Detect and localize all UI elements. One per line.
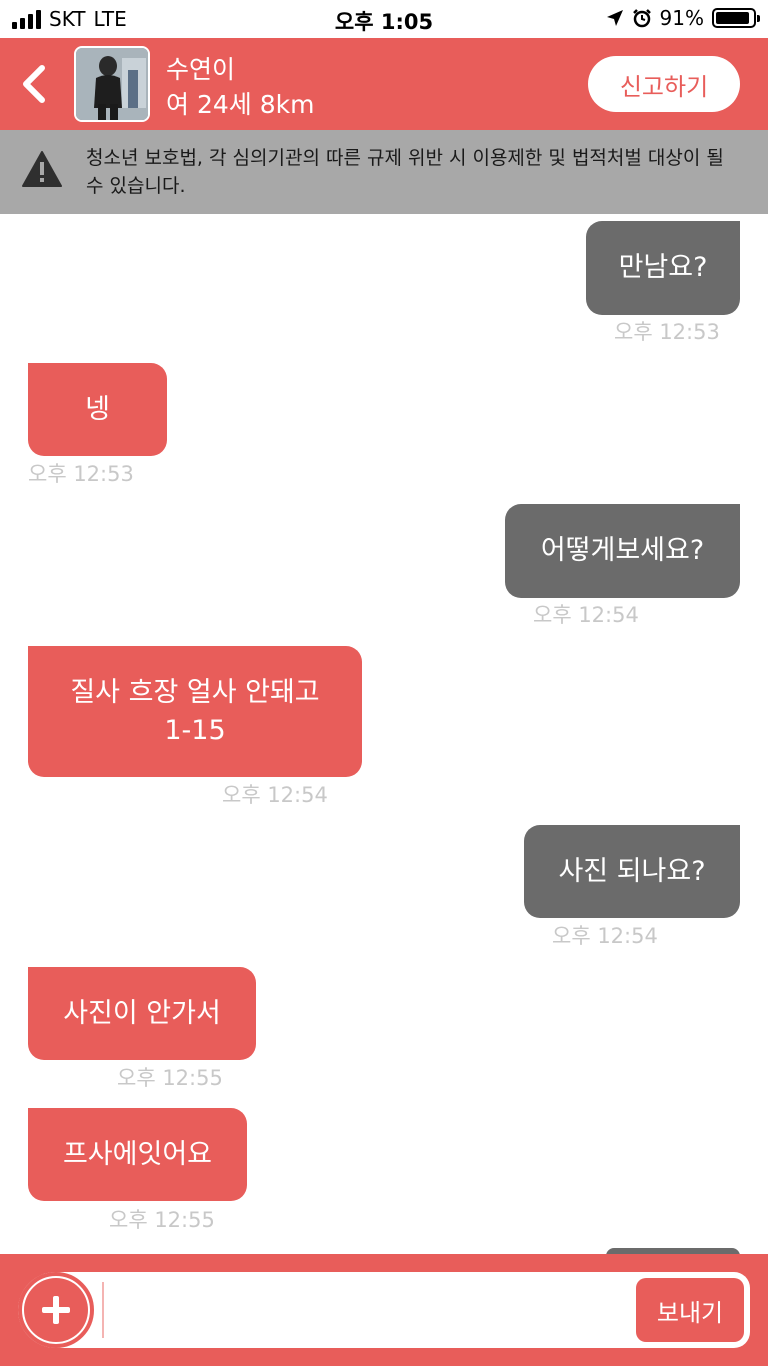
message-bubble[interactable]: 넹	[28, 363, 167, 456]
chat-header: 수연이 여 24세 8km 신고하기	[0, 38, 768, 130]
message-bubble[interactable]: 질사 흐장 얼사 안돼고 1-15	[28, 646, 362, 777]
location-arrow-icon	[606, 10, 623, 26]
message-input[interactable]	[102, 1282, 622, 1338]
battery-percent: 91%	[659, 6, 704, 30]
avatar[interactable]	[74, 46, 150, 122]
message-time: 오후 12:53	[28, 462, 134, 486]
back-button[interactable]	[14, 60, 54, 108]
profile-name: 수연이	[166, 55, 236, 84]
message-bubble[interactable]: 사진 되나요?	[524, 825, 740, 918]
message-input-bar: 보내기	[0, 1254, 768, 1366]
send-button[interactable]: 보내기	[636, 1278, 744, 1342]
message-time: 오후 12:54	[222, 783, 328, 807]
alarm-clock-icon	[632, 9, 651, 28]
message-line: 1-15	[164, 714, 226, 746]
message-time: 오후 12:53	[614, 320, 720, 344]
warning-icon	[22, 151, 62, 187]
profile-meta: 여 24세 8km	[166, 90, 315, 119]
message-time: 오후 12:54	[552, 924, 658, 948]
message-line: 질사 흐장 얼사 안돼고	[70, 676, 320, 708]
warning-text: 청소년 보호법, 각 심의기관의 따른 규제 위반 시 이용제한 및 법적처벌 …	[86, 147, 724, 197]
status-bar: SKT LTE 오후 1:05 91%	[0, 0, 768, 38]
battery-fill	[716, 12, 749, 24]
profile-photo	[76, 48, 148, 120]
message-time: 오후 12:55	[117, 1066, 223, 1090]
message-bubble[interactable]: 프사에잇어요	[28, 1108, 247, 1201]
battery-icon	[712, 8, 760, 28]
message-time: 오후 12:54	[533, 603, 639, 627]
plus-icon[interactable]	[24, 1278, 88, 1342]
chat-area[interactable]: 만남요? 오후 12:53 넹 오후 12:53 어떻게보세요? 오후 12:5…	[0, 214, 768, 1254]
message-bubble[interactable]: 사진이 안가서	[28, 967, 256, 1060]
message-bubble[interactable]: 만남요?	[586, 221, 740, 315]
warning-banner: 청소년 보호법, 각 심의기관의 따른 규제 위반 시 이용제한 및 법적처벌 …	[0, 130, 768, 214]
status-right: 91%	[606, 6, 760, 30]
message-time: 오후 12:55	[109, 1208, 215, 1232]
message-bubble[interactable]: 어떻게보세요?	[505, 504, 740, 598]
chevron-left-icon	[23, 65, 45, 103]
report-button[interactable]: 신고하기	[588, 56, 740, 112]
input-container: 보내기	[18, 1272, 750, 1348]
